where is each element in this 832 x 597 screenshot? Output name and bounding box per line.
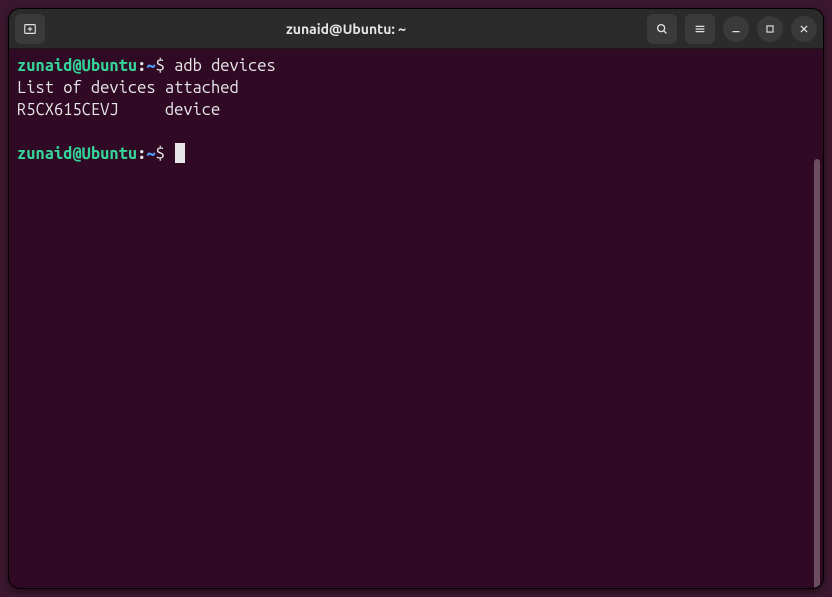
hamburger-icon [693,22,707,36]
prompt-user: zunaid@Ubuntu [17,57,137,75]
search-icon [655,22,669,36]
terminal-window: zunaid@Ubuntu: ~ [8,8,824,589]
close-icon [797,22,811,36]
terminal-line: zunaid@Ubuntu:~$ [17,143,815,165]
prompt-dollar: $ [156,145,174,163]
minimize-icon [729,22,743,36]
terminal-output: List of devices attached [17,77,815,99]
prompt-colon: : [137,145,146,163]
terminal-output: R5CX615CEVJ device [17,99,815,121]
maximize-button[interactable] [757,16,783,42]
prompt-user: zunaid@Ubuntu [17,145,137,163]
blank-line [17,121,815,143]
new-tab-button[interactable] [15,14,45,44]
command-text: adb devices [174,57,276,75]
close-button[interactable] [791,16,817,42]
prompt-dollar: $ [156,57,174,75]
prompt-colon: : [137,57,146,75]
prompt-path: ~ [146,57,155,75]
maximize-icon [763,22,777,36]
cursor [175,143,185,163]
search-button[interactable] [647,14,677,44]
terminal-line: zunaid@Ubuntu:~$ adb devices [17,55,815,77]
prompt-path: ~ [146,145,155,163]
scrollbar[interactable] [814,159,820,588]
minimize-button[interactable] [723,16,749,42]
titlebar: zunaid@Ubuntu: ~ [9,9,823,49]
menu-button[interactable] [685,14,715,44]
new-tab-icon [23,22,37,36]
window-title: zunaid@Ubuntu: ~ [286,21,406,37]
terminal-body[interactable]: zunaid@Ubuntu:~$ adb devices List of dev… [9,49,823,588]
